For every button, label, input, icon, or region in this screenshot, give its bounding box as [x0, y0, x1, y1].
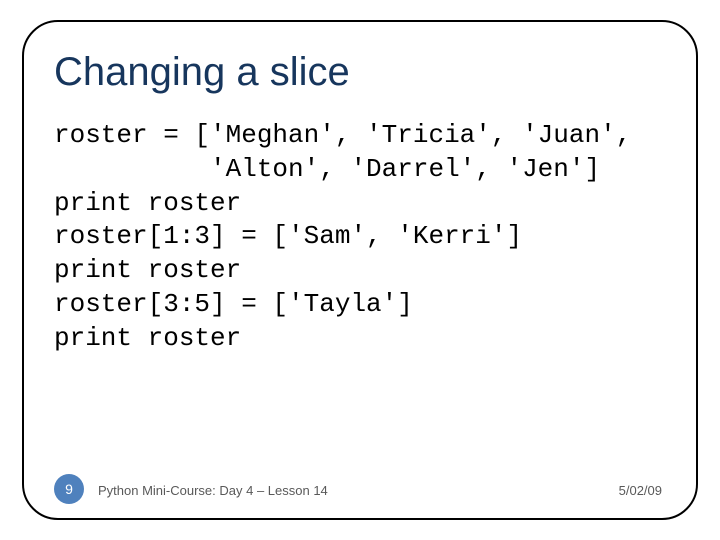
code-line: print roster — [54, 188, 241, 218]
code-line: roster[3:5] = ['Tayla'] — [54, 289, 413, 319]
code-line: roster[1:3] = ['Sam', 'Kerri'] — [54, 221, 522, 251]
code-line: print roster — [54, 255, 241, 285]
slide: Changing a slice roster = ['Meghan', 'Tr… — [0, 0, 720, 540]
footer-date: 5/02/09 — [619, 483, 662, 498]
code-line: roster = ['Meghan', 'Tricia', 'Juan', — [54, 120, 631, 150]
code-block: roster = ['Meghan', 'Tricia', 'Juan', 'A… — [54, 119, 666, 356]
page-number-badge: 9 — [54, 474, 84, 504]
footer-course-text: Python Mini-Course: Day 4 – Lesson 14 — [98, 483, 328, 498]
slide-frame: Changing a slice roster = ['Meghan', 'Tr… — [22, 20, 698, 520]
slide-title: Changing a slice — [54, 50, 666, 95]
code-line: 'Alton', 'Darrel', 'Jen'] — [54, 154, 600, 184]
slide-footer: 9 Python Mini-Course: Day 4 – Lesson 14 … — [24, 474, 696, 504]
code-line: print roster — [54, 323, 241, 353]
